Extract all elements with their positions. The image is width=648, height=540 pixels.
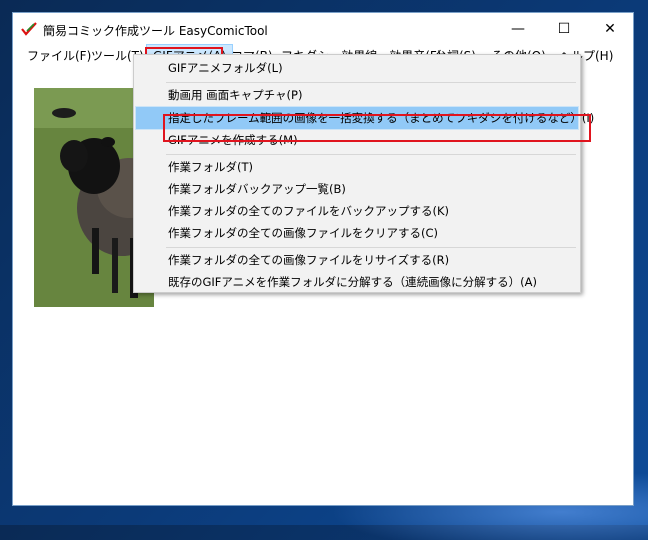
menu-item-backup-all[interactable]: 作業フォルダの全てのファイルをバックアップする(K)	[136, 200, 578, 222]
menu-item-batch-convert[interactable]: 指定したフレーム範囲の画像を一括変換する（まとめてフキダシを付けるなど）(I)	[135, 106, 594, 130]
menu-item-backup-list[interactable]: 作業フォルダバックアップ一覧(B)	[136, 178, 578, 200]
menu-item-work-folder[interactable]: 作業フォルダ(T)	[136, 156, 578, 178]
close-icon[interactable]: ✕	[587, 13, 633, 45]
menu-item-gif-folder[interactable]: GIFアニメフォルダ(L)	[136, 57, 578, 79]
menu-item-clear-images[interactable]: 作業フォルダの全ての画像ファイルをクリアする(C)	[136, 222, 578, 244]
menu-separator	[166, 82, 576, 83]
title-bar[interactable]: 簡易コミック作成ツール EasyComicTool — ☐ ✕	[13, 13, 633, 45]
window-title: 簡易コミック作成ツール EasyComicTool	[43, 24, 268, 38]
minimize-icon[interactable]: —	[495, 13, 541, 45]
app-icon	[21, 22, 37, 36]
menu-item-screen-capture[interactable]: 動画用 画面キャプチャ(P)	[136, 84, 578, 106]
gif-anime-dropdown: GIFアニメフォルダ(L) 動画用 画面キャプチャ(P) 指定したフレーム範囲の…	[133, 54, 594, 293]
menu-item-split-gif[interactable]: 既存のGIFアニメを作業フォルダに分解する（連続画像に分解する）(A)	[136, 271, 578, 293]
menu-item-create-gif[interactable]: GIFアニメを作成する(M)	[136, 129, 578, 151]
menu-separator	[166, 247, 576, 248]
maximize-icon[interactable]: ☐	[541, 13, 587, 45]
menu-separator	[166, 154, 576, 155]
menu-item-resize-images[interactable]: 作業フォルダの全ての画像ファイルをリサイズする(R)	[136, 249, 578, 271]
